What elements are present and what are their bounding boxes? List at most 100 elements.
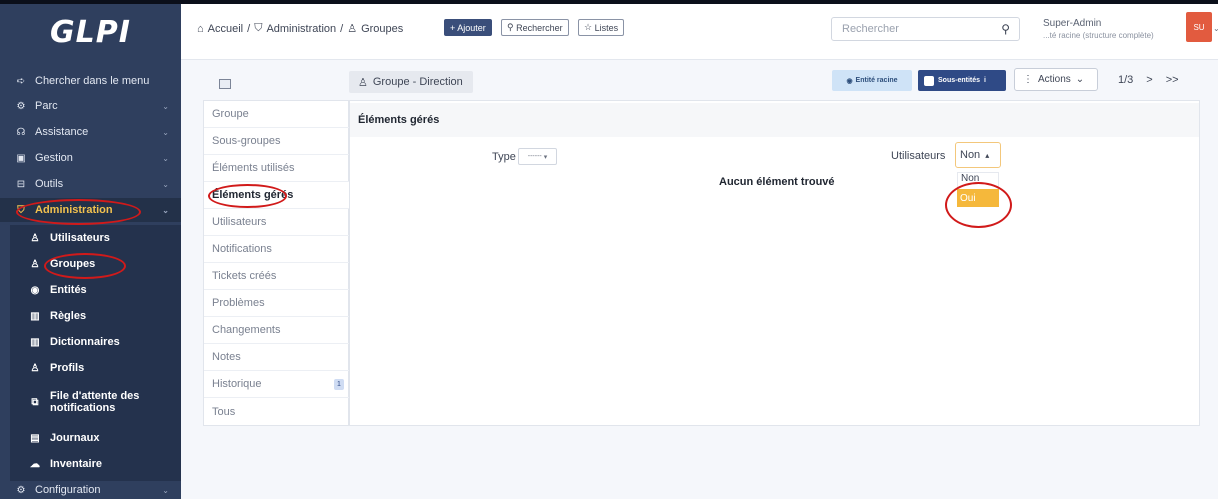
sidebar-subitem-inventaire[interactable]: ☁ Inventaire: [10, 451, 181, 477]
sidebar-subitem-label: Utilisateurs: [50, 232, 110, 244]
briefcase-icon: ⊟: [16, 178, 26, 190]
user-name: Super-Admin: [1043, 18, 1102, 29]
tab-groupe[interactable]: Groupe: [204, 101, 350, 128]
book-icon: ▥: [30, 336, 40, 348]
user-check-icon: ♙: [30, 362, 40, 374]
users-icon: ♙: [30, 258, 40, 270]
type-label: Type: [492, 151, 516, 163]
settings-icon: ⚙: [16, 484, 26, 496]
sidebar-subitem-notifications-queue[interactable]: ⧉ File d'attente des notifications: [10, 384, 181, 420]
sidebar-subitem-label: Entités: [50, 284, 87, 296]
search-button[interactable]: ⚲ Rechercher: [501, 19, 569, 36]
annotation-circle-groupes: [44, 253, 126, 279]
sidebar-subitem-label: Journaux: [50, 432, 100, 444]
object-title: ♙ Groupe - Direction: [349, 71, 473, 93]
tab-notes[interactable]: Notes: [204, 344, 350, 371]
tab-notifications[interactable]: Notifications: [204, 236, 350, 263]
tab-sous-groupes[interactable]: Sous-groupes: [204, 128, 350, 155]
checkbox-icon[interactable]: [924, 75, 934, 86]
users-select[interactable]: Non ▴: [955, 142, 1001, 168]
sidebar-subitem-label: Profils: [50, 362, 85, 374]
entity-chip[interactable]: ◉ Entité racine: [832, 70, 912, 91]
avatar[interactable]: SU: [1186, 12, 1212, 42]
entity-chip-label: Entité racine: [855, 77, 898, 84]
kebab-icon: ⋮: [1023, 74, 1033, 85]
breadcrumb-separator: /: [340, 22, 344, 35]
sidebar-subitem-utilisateurs[interactable]: ♙ Utilisateurs: [10, 225, 181, 251]
sidebar-subitem-label: Inventaire: [50, 458, 102, 470]
app-logo[interactable]: GLPI: [0, 4, 181, 60]
actions-label: Actions: [1038, 74, 1071, 85]
sidebar-subitem-regles[interactable]: ▥ Règles: [10, 303, 181, 329]
breadcrumb-administration[interactable]: Administration: [266, 23, 336, 35]
breadcrumb-groupes[interactable]: Groupes: [361, 23, 403, 35]
sidebar-item-label: Chercher dans le menu: [35, 75, 150, 87]
section-title: Éléments gérés: [350, 103, 1199, 137]
chevron-down-icon: ⌄: [162, 153, 169, 163]
chevron-down-icon: ⌄: [162, 101, 169, 111]
sidebar-subitem-dictionnaires[interactable]: ▥ Dictionnaires: [10, 329, 181, 355]
users-label: Utilisateurs: [891, 150, 946, 162]
wallet-icon: ▣: [16, 152, 26, 164]
eye-icon: ◉: [30, 284, 40, 296]
sidebar-item-label: Gestion: [35, 152, 73, 164]
search-icon: ⚲: [507, 22, 517, 32]
chevron-down-icon: ⌄: [1075, 74, 1085, 85]
sidebar-subitem-label-line2: notifications: [50, 402, 116, 414]
tab-problemes[interactable]: Problèmes: [204, 290, 350, 317]
tab-changements[interactable]: Changements: [204, 317, 350, 344]
home-icon: ⌂: [197, 22, 204, 35]
headset-icon: ☊: [16, 126, 26, 138]
sidebar-item-parc[interactable]: ⚙ Parc ⌄: [0, 94, 181, 118]
sidebar-item-label: Configuration: [35, 484, 101, 496]
star-icon: ☆: [584, 22, 595, 32]
log-icon: ▤: [30, 432, 40, 444]
sidebar-item-outils[interactable]: ⊟ Outils ⌄: [0, 172, 181, 196]
object-tabs: Groupe Sous-groupes Éléments utilisés Él…: [203, 100, 350, 426]
annotation-circle-option-oui: [945, 182, 1012, 228]
empty-message: Aucun élément trouvé: [719, 176, 835, 188]
user-entity: ...té racine (structure complète): [1043, 31, 1154, 40]
sidebar-subitem-label: Dictionnaires: [50, 336, 120, 348]
next-page-icon[interactable]: >: [1146, 74, 1152, 86]
sidebar-item-label: Outils: [35, 178, 64, 190]
info-icon[interactable]: i: [984, 77, 986, 84]
book-icon: ▥: [30, 310, 40, 322]
tab-tickets-crees[interactable]: Tickets créés: [204, 263, 350, 290]
annotation-circle-elements-geres: [208, 184, 287, 208]
sidebar-subitem-label: File d'attente des: [50, 390, 140, 402]
sidebar-item-configuration[interactable]: ⚙ Configuration ⌄: [0, 478, 181, 499]
subentities-toggle[interactable]: Sous-entités i: [918, 70, 1006, 91]
type-select[interactable]: ------ ▾: [518, 148, 557, 165]
sidebar-subitem-entites[interactable]: ◉ Entités: [10, 277, 181, 303]
tab-tous[interactable]: Tous: [204, 398, 350, 425]
global-search-input[interactable]: Rechercher ⚲: [831, 17, 1020, 41]
users-select-value: Non: [960, 149, 981, 161]
add-button[interactable]: + Ajouter: [444, 19, 492, 36]
chevron-down-icon: ⌄: [162, 485, 169, 495]
tab-historique[interactable]: Historique 1: [204, 371, 350, 398]
sidebar-subitem-label-wrap: File d'attente des notifications: [50, 390, 139, 414]
notification-icon: ⧉: [31, 396, 39, 408]
users-icon: ♙: [347, 23, 358, 35]
search-icon[interactable]: ⚲: [1001, 22, 1010, 36]
last-page-icon[interactable]: >>: [1166, 74, 1179, 86]
chevron-down-icon[interactable]: ⌄: [1213, 24, 1218, 33]
sidebar-subitem-journaux[interactable]: ▤ Journaux: [10, 425, 181, 451]
sidebar-item-assistance[interactable]: ☊ Assistance ⌄: [0, 120, 181, 144]
chevron-down-icon: ⌄: [162, 179, 169, 189]
tab-utilisateurs[interactable]: Utilisateurs: [204, 209, 350, 236]
actions-button[interactable]: ⋮ Actions ⌄: [1014, 68, 1098, 91]
sidebar-item-gestion[interactable]: ▣ Gestion ⌄: [0, 146, 181, 170]
sidebar-subitem-profils[interactable]: ♙ Profils: [10, 355, 181, 381]
tab-elements-utilises[interactable]: Éléments utilisés: [204, 155, 350, 182]
sidebar-item-search-menu[interactable]: ➪ Chercher dans le menu: [0, 69, 181, 93]
lists-button[interactable]: ☆ Listes: [578, 19, 625, 36]
sidebar-item-label: Assistance: [35, 126, 89, 138]
user-menu[interactable]: Super-Admin ...té racine (structure comp…: [1043, 18, 1154, 42]
chevron-down-icon: ⌄: [162, 127, 169, 137]
breadcrumb-home[interactable]: Accueil: [208, 23, 243, 35]
toggle-panel-icon[interactable]: [219, 79, 231, 89]
breadcrumb-separator: /: [247, 22, 251, 35]
pager-count: 1/3: [1118, 74, 1134, 86]
